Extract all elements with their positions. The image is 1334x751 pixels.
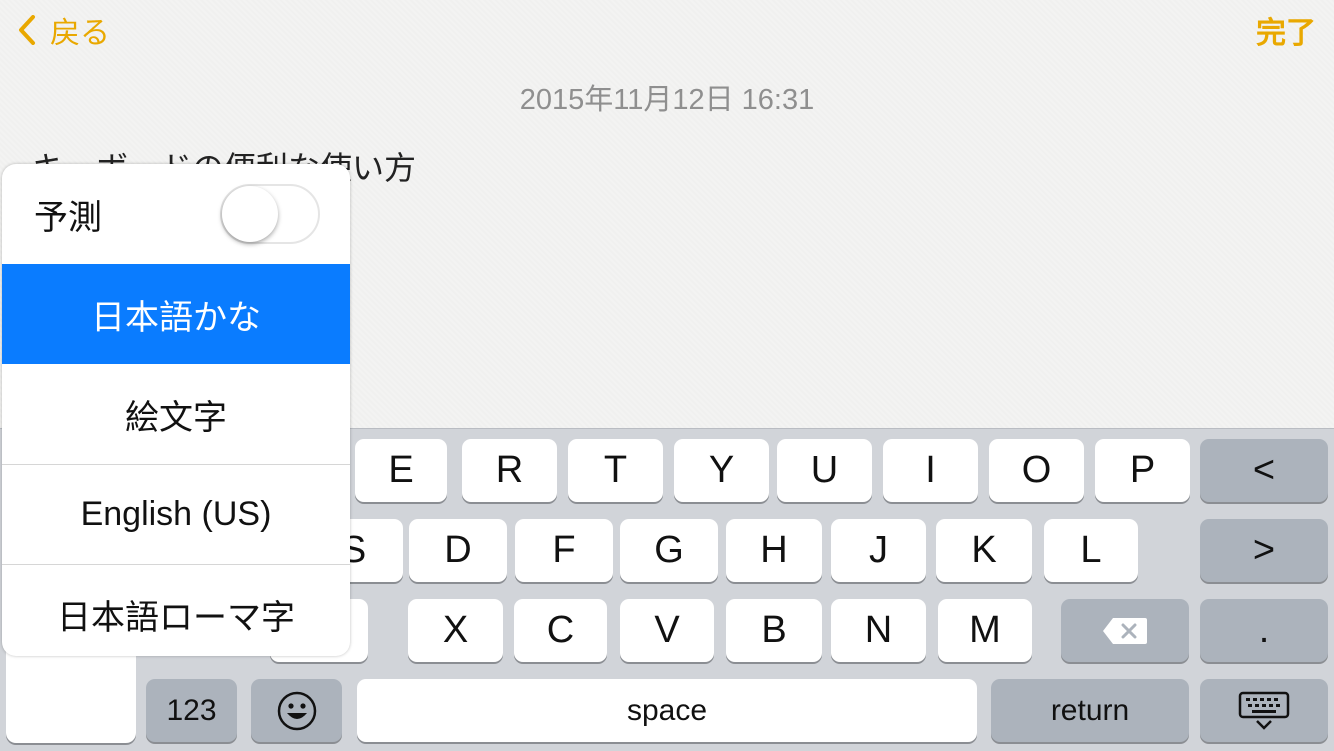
- key-b[interactable]: B: [726, 599, 822, 662]
- predict-toggle[interactable]: [220, 184, 320, 244]
- note-date: 2015年11月12日 16:31: [519, 84, 815, 116]
- delete-icon: [1103, 617, 1147, 644]
- key-i[interactable]: I: [883, 439, 978, 502]
- key-l[interactable]: L: [1044, 519, 1138, 582]
- toggle-knob: [222, 186, 278, 242]
- keyboard-dismiss-key[interactable]: [1200, 679, 1328, 742]
- key-n[interactable]: N: [831, 599, 926, 662]
- input-mode-popup: 予測 日本語かな 絵文字 English (US) 日本語ローマ字: [2, 164, 350, 656]
- predict-label: 予測: [34, 197, 102, 238]
- delete-key[interactable]: [1061, 599, 1189, 662]
- key-k[interactable]: K: [936, 519, 1032, 582]
- period-key[interactable]: .: [1200, 599, 1328, 662]
- key-r[interactable]: R: [462, 439, 557, 502]
- return-key[interactable]: return: [991, 679, 1189, 742]
- back-button[interactable]: 戻る: [18, 8, 110, 52]
- mode-item-japanese-romaji[interactable]: 日本語ローマ字: [2, 565, 350, 656]
- key-u[interactable]: U: [777, 439, 872, 502]
- keyboard-dismiss-icon: [1238, 691, 1290, 730]
- done-button[interactable]: 完了: [1256, 8, 1316, 52]
- key-d[interactable]: D: [409, 519, 507, 582]
- key-c[interactable]: C: [514, 599, 607, 662]
- emoji-key[interactable]: [251, 679, 342, 742]
- predict-row: 予測: [2, 164, 350, 264]
- back-label: 戻る: [50, 16, 110, 51]
- key-x[interactable]: X: [408, 599, 503, 662]
- key-e[interactable]: E: [355, 439, 447, 502]
- key-y[interactable]: Y: [674, 439, 769, 502]
- key-p[interactable]: P: [1095, 439, 1190, 502]
- numbers-key[interactable]: 123: [146, 679, 237, 742]
- mode-item-english-us[interactable]: English (US): [2, 465, 350, 564]
- key-m[interactable]: M: [938, 599, 1032, 662]
- key-t[interactable]: T: [568, 439, 663, 502]
- key-f[interactable]: F: [515, 519, 613, 582]
- chevron-left-icon: [19, 15, 35, 45]
- space-key[interactable]: space: [357, 679, 977, 742]
- redo-key[interactable]: >: [1200, 519, 1328, 582]
- key-h[interactable]: H: [726, 519, 822, 582]
- globe-key-highlight[interactable]: [6, 650, 136, 743]
- key-j[interactable]: J: [831, 519, 926, 582]
- mode-item-emoji[interactable]: 絵文字: [2, 364, 350, 464]
- key-g[interactable]: G: [620, 519, 718, 582]
- key-o[interactable]: O: [989, 439, 1084, 502]
- emoji-icon: [277, 691, 316, 730]
- key-v[interactable]: V: [620, 599, 714, 662]
- undo-key[interactable]: <: [1200, 439, 1328, 502]
- mode-item-japanese-kana[interactable]: 日本語かな: [2, 264, 350, 364]
